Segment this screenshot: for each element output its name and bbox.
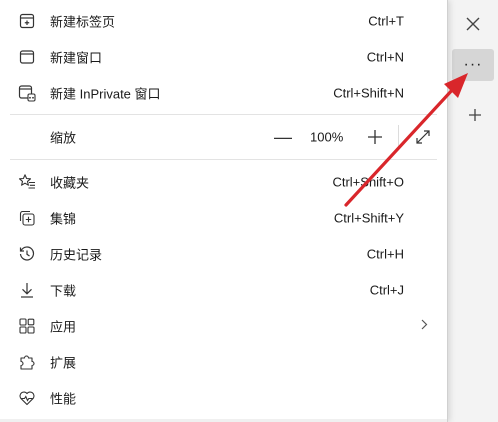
menu-item-extensions[interactable]: 扩展 [0, 344, 447, 380]
menu-item-history[interactable]: 历史记录 Ctrl+H [0, 236, 447, 272]
menu-item-apps[interactable]: 应用 [0, 308, 447, 344]
menu-item-shortcut: Ctrl+Shift+O [332, 174, 404, 190]
menu-item-collections[interactable]: 集锦 Ctrl+Shift+Y [0, 200, 447, 236]
new-tab-icon [18, 12, 36, 30]
menu-item-label: 扩展 [50, 355, 77, 371]
performance-icon [18, 389, 36, 407]
menu-item-new-inprivate-window[interactable]: 新建 InPrivate 窗口 Ctrl+Shift+N [0, 75, 447, 111]
collections-icon [18, 209, 36, 227]
menu-item-shortcut: Ctrl+J [369, 282, 404, 298]
menu-item-label: 新建窗口 [50, 50, 103, 66]
zoom-level: 100% [310, 129, 344, 145]
close-button[interactable] [455, 8, 491, 40]
plus-icon [469, 109, 481, 121]
zoom-in-button[interactable] [360, 123, 390, 151]
screenshot-stage: ··· 新建标签页 Ctrl+T 新建窗口 Ctrl+N 新建 InPrivat… [0, 0, 498, 422]
menu-item-shortcut: Ctrl+H [366, 246, 404, 262]
menu-item-shortcut: Ctrl+N [366, 49, 404, 65]
extensions-icon [18, 353, 36, 371]
chevron-right-icon [419, 319, 429, 334]
menu-item-downloads[interactable]: 下载 Ctrl+J [0, 272, 447, 308]
zoom-separator [398, 125, 399, 149]
more-horizontal-icon: ··· [463, 56, 483, 73]
menu-item-label: 性能 [50, 391, 77, 407]
favorites-icon [18, 173, 36, 191]
menu-item-performance[interactable]: 性能 [0, 380, 447, 416]
menu-divider [10, 114, 437, 115]
fullscreen-icon [416, 130, 430, 144]
apps-icon [18, 317, 36, 335]
menu-item-label: 新建标签页 [50, 14, 116, 30]
zoom-label: 缩放 [50, 130, 77, 146]
menu-item-label: 下载 [50, 283, 77, 299]
menu-item-label: 历史记录 [50, 247, 103, 263]
new-tab-button[interactable] [460, 100, 490, 130]
close-icon [466, 17, 480, 31]
menu-item-label: 新建 InPrivate 窗口 [50, 86, 161, 102]
menu-item-new-tab[interactable]: 新建标签页 Ctrl+T [0, 3, 447, 39]
menu-item-new-window[interactable]: 新建窗口 Ctrl+N [0, 39, 447, 75]
settings-and-more-button[interactable]: ··· [452, 49, 494, 81]
inprivate-icon [18, 84, 36, 102]
menu-item-shortcut: Ctrl+T [368, 13, 404, 29]
menu-item-label: 应用 [50, 319, 77, 335]
minus-icon: — [274, 126, 292, 147]
menu-zoom-row: 缩放 — 100% [0, 119, 447, 155]
download-icon [18, 281, 36, 299]
menu-item-shortcut: Ctrl+Shift+N [333, 85, 404, 101]
plus-icon [368, 130, 382, 144]
menu-divider [10, 159, 437, 160]
menu-item-favorites[interactable]: 收藏夹 Ctrl+Shift+O [0, 164, 447, 200]
history-icon [18, 245, 36, 263]
menu-item-label: 集锦 [50, 211, 77, 227]
settings-menu: 新建标签页 Ctrl+T 新建窗口 Ctrl+N 新建 InPrivate 窗口… [0, 0, 448, 422]
fullscreen-button[interactable] [408, 123, 438, 151]
menu-item-label: 收藏夹 [50, 175, 90, 191]
menu-item-shortcut: Ctrl+Shift+Y [333, 210, 404, 226]
window-icon [18, 48, 36, 66]
zoom-out-button[interactable]: — [268, 123, 298, 151]
